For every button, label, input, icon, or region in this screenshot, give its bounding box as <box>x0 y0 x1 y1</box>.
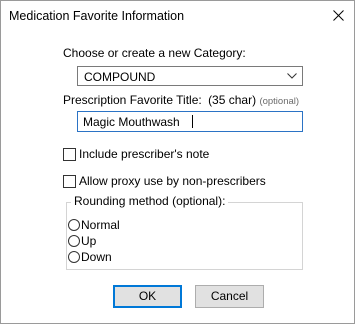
rounding-down-radio[interactable] <box>68 251 80 263</box>
include-note-label[interactable]: Include prescriber's note <box>79 147 209 161</box>
rounding-method-label: Rounding method (optional): <box>71 194 229 208</box>
text-caret <box>192 115 193 128</box>
ok-button[interactable]: OK <box>113 285 182 308</box>
favorite-title-limit: (35 char) <box>208 93 257 107</box>
favorite-title-text: Prescription Favorite Title: <box>63 93 202 107</box>
rounding-down-label[interactable]: Down <box>81 250 112 264</box>
category-select[interactable]: COMPOUND <box>77 66 303 86</box>
favorite-title-label: Prescription Favorite Title: (35 char) (… <box>63 93 299 107</box>
allow-proxy-label[interactable]: Allow proxy use by non-prescribers <box>79 174 266 188</box>
allow-proxy-checkbox[interactable] <box>63 175 76 188</box>
favorite-title-optional: (optional) <box>259 96 300 107</box>
close-icon <box>333 10 344 21</box>
title-bar: Medication Favorite Information <box>1 1 354 31</box>
chevron-down-icon <box>287 73 297 79</box>
rounding-normal-radio[interactable] <box>68 219 80 231</box>
cancel-button[interactable]: Cancel <box>195 285 264 308</box>
include-note-checkbox[interactable] <box>63 148 76 161</box>
medication-favorite-dialog: Medication Favorite Information Choose o… <box>0 0 355 324</box>
favorite-title-value: Magic Mouthwash <box>83 115 180 129</box>
rounding-normal-label[interactable]: Normal <box>81 218 120 232</box>
close-button[interactable] <box>326 3 352 29</box>
category-selected-value: COMPOUND <box>84 70 156 84</box>
dialog-title: Medication Favorite Information <box>9 9 185 23</box>
rounding-up-radio[interactable] <box>68 235 80 247</box>
category-label: Choose or create a new Category: <box>63 46 246 60</box>
favorite-title-input[interactable]: Magic Mouthwash <box>77 111 303 132</box>
rounding-up-label[interactable]: Up <box>81 234 96 248</box>
